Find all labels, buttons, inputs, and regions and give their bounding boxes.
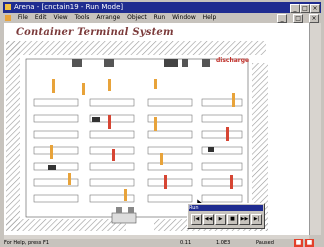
menu-help[interactable]: Help — [203, 13, 217, 22]
title-bar: Arena - [cnctain19 - Run Mode] _ □ × — [3, 2, 321, 13]
rewind-button[interactable]: ◀◀ — [203, 214, 214, 225]
window-title: Arena - [cnctain19 - Run Mode] — [14, 3, 124, 11]
stop-button[interactable]: ■ — [227, 214, 238, 225]
menu-file[interactable]: File — [18, 13, 28, 22]
mdi-minimize-button[interactable]: _ — [277, 14, 288, 23]
minimize-button[interactable]: _ — [290, 4, 300, 13]
top-wall — [6, 41, 266, 55]
menu-arrange[interactable]: Arrange — [96, 13, 120, 22]
app-icon — [5, 4, 11, 10]
menu-bar: File Edit View Tools Arrange Object Run … — [3, 13, 321, 23]
mdi-restore-button[interactable]: □ — [293, 14, 304, 23]
yard-vehicles — [48, 117, 214, 170]
go-to-start-button[interactable]: |◀ — [191, 214, 202, 225]
menu-object[interactable]: Object — [127, 13, 147, 22]
record-button[interactable]: ■ — [294, 239, 303, 247]
canvas-title: Container Terminal System — [16, 27, 174, 38]
document-icon[interactable] — [5, 14, 11, 21]
left-wall — [6, 41, 20, 231]
menu-run[interactable]: Run — [154, 13, 166, 22]
go-to-end-button[interactable]: ▶| — [251, 214, 262, 225]
mdi-close-button[interactable]: × — [309, 14, 319, 23]
bottom-wall-left — [6, 219, 126, 231]
run-panel-title: Run — [189, 205, 263, 211]
menu-tools[interactable]: Tools — [75, 13, 90, 22]
close-button[interactable]: × — [310, 4, 320, 13]
menu-window[interactable]: Window — [172, 13, 196, 22]
gate-structure — [111, 207, 137, 224]
vertical-scrollbar[interactable] — [309, 23, 321, 235]
fast-forward-button[interactable]: ▶▶ — [239, 214, 250, 225]
maximize-button[interactable]: □ — [300, 4, 310, 13]
status-bar: For Help, press F1 0.11 1.0E3 Paused ■ ■ — [0, 239, 324, 247]
status-help-text: For Help, press F1 — [4, 240, 50, 246]
status-time: 1.0E3 — [216, 240, 231, 246]
discharge-label: discharge — [216, 57, 250, 64]
status-run-state: Paused — [256, 240, 274, 246]
app-window: Arena - [cnctain19 - Run Mode] _ □ × Fil… — [0, 0, 324, 247]
quay-cranes — [72, 59, 210, 67]
run-control-panel: Run |◀ ◀◀ ▶ ■ ▶▶ ▶| — [187, 203, 265, 229]
mdi-controls: _ □ × — [273, 14, 319, 23]
menu-view[interactable]: View — [53, 13, 67, 22]
stop-run-button[interactable]: ■ — [305, 239, 314, 247]
play-button[interactable]: ▶ — [215, 214, 226, 225]
status-zoom: 0.11 — [180, 240, 192, 246]
menu-edit[interactable]: Edit — [35, 13, 47, 22]
